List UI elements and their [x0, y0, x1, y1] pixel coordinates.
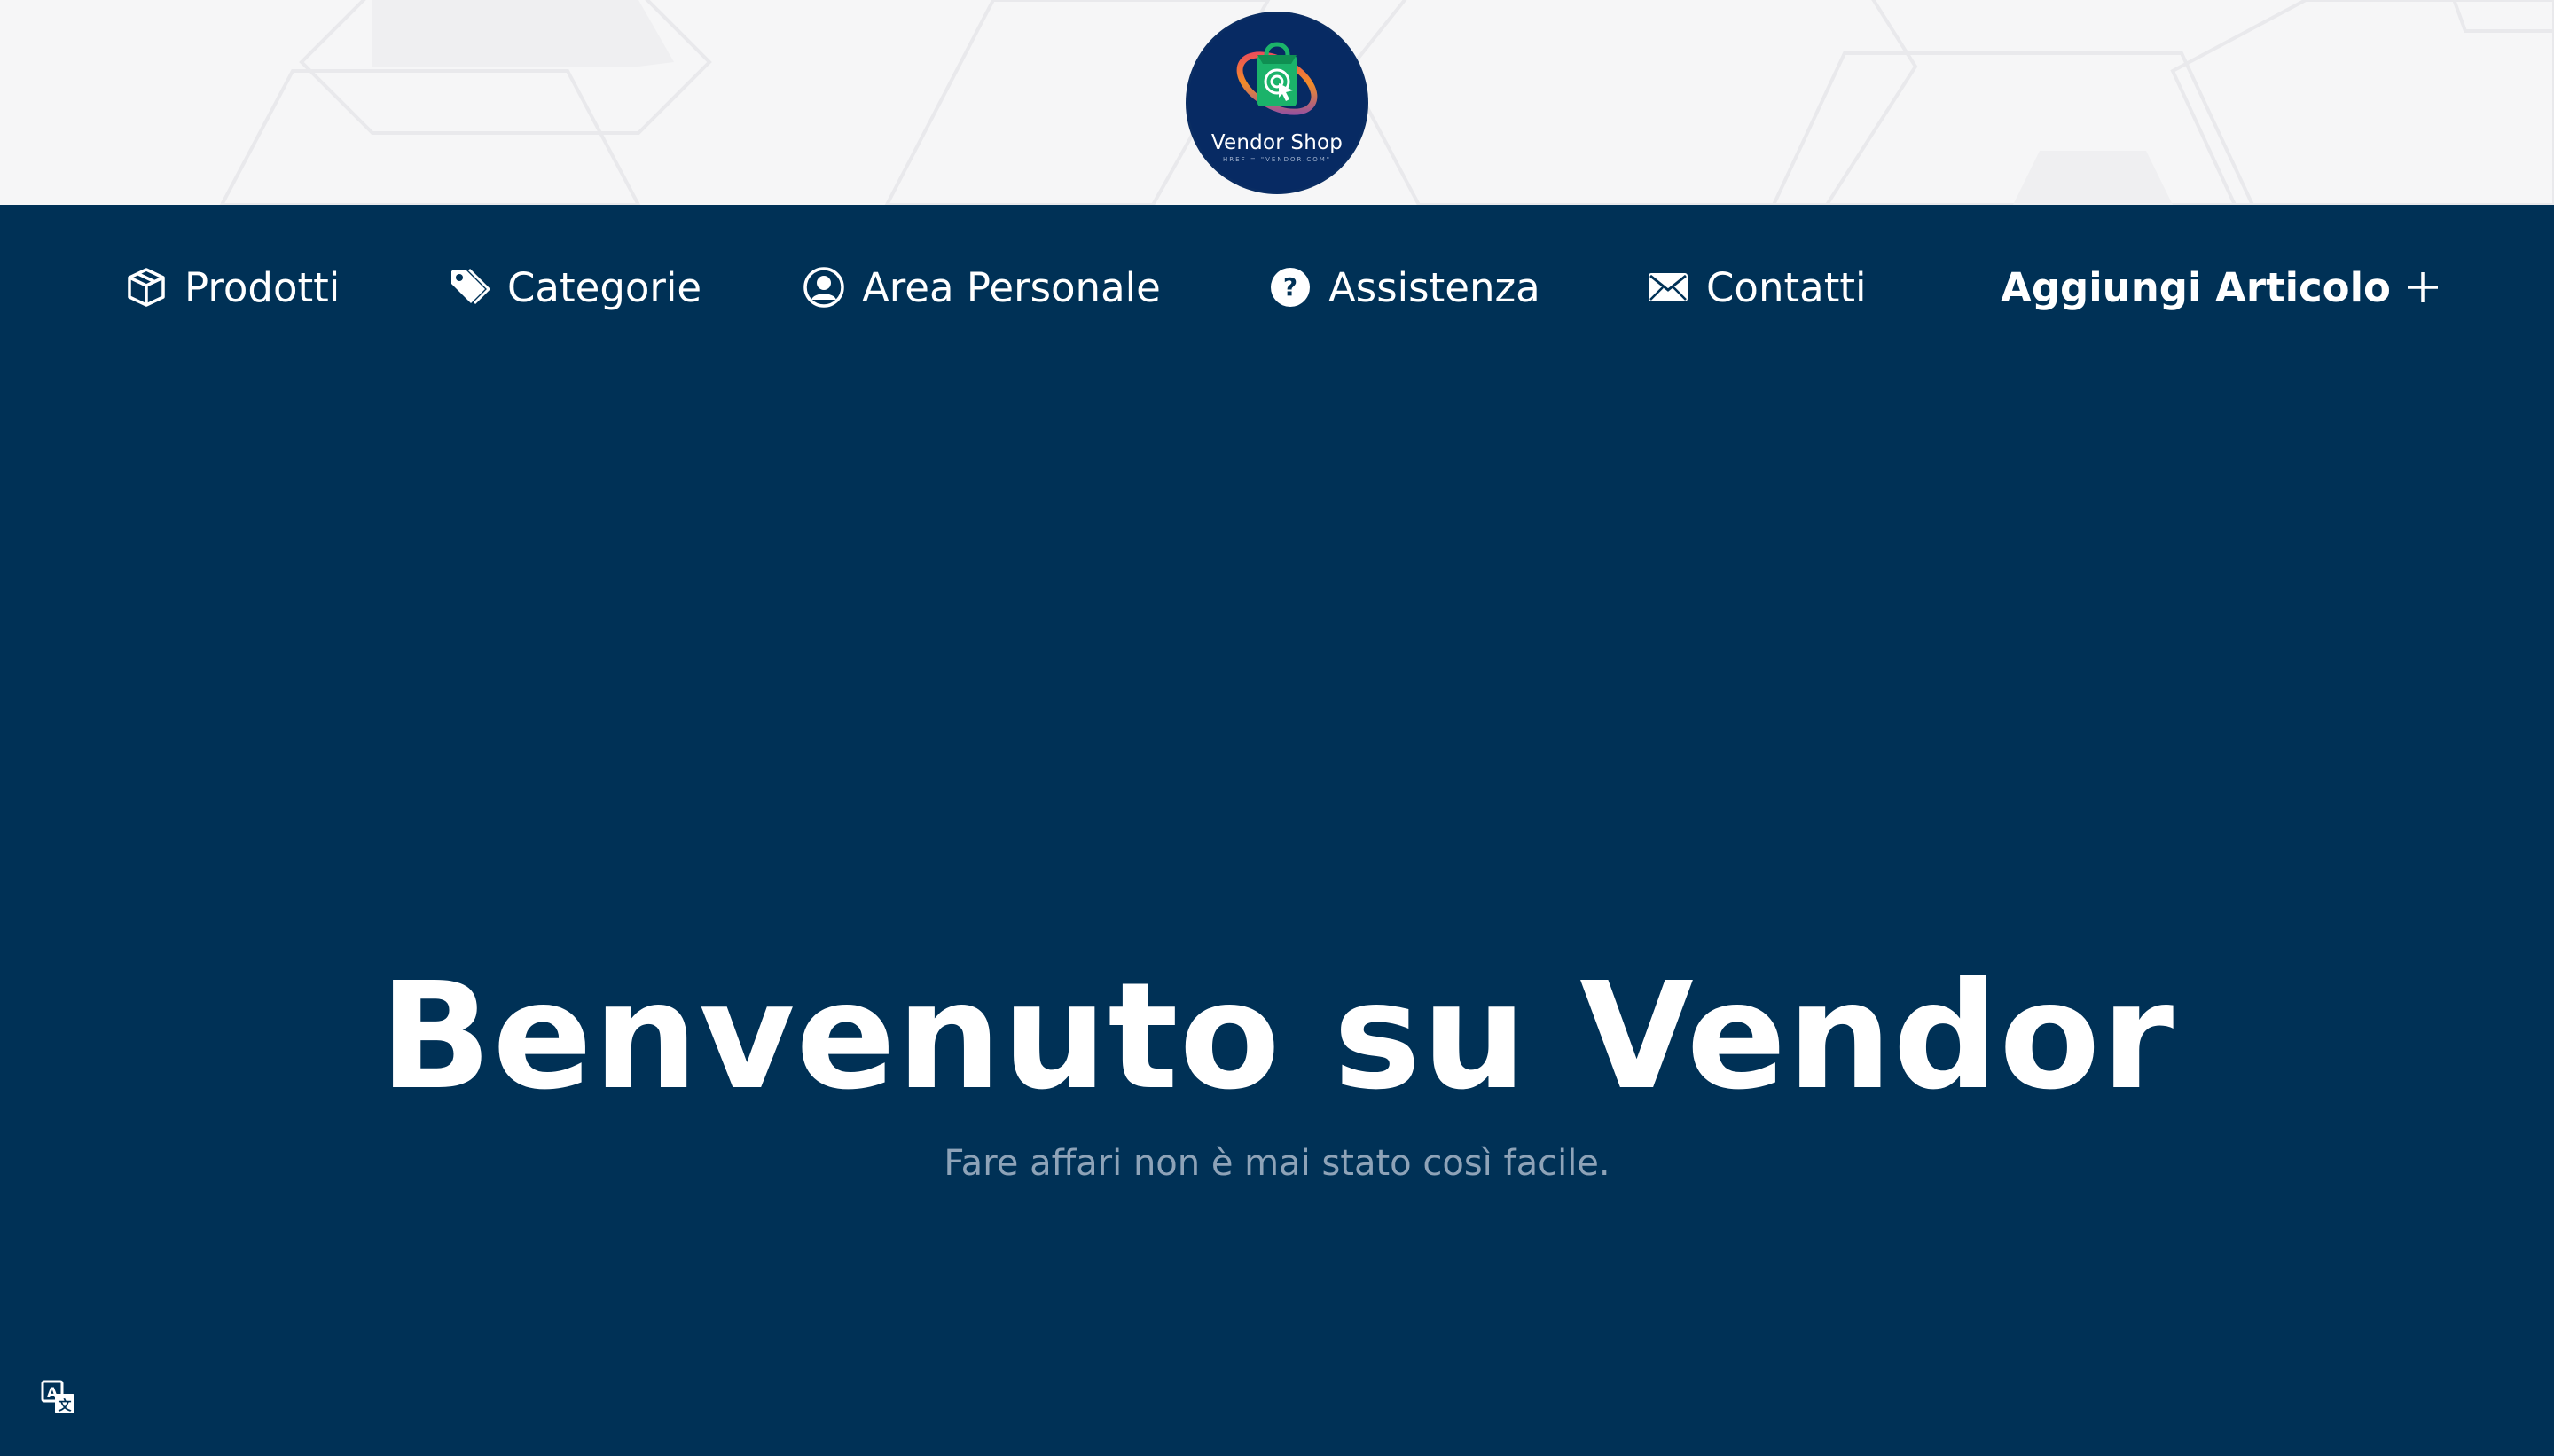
- svg-text:?: ?: [1283, 272, 1297, 301]
- nav-label-prodotti: Prodotti: [184, 263, 341, 311]
- question-circle-icon: ?: [1268, 265, 1312, 309]
- box-icon: [124, 265, 168, 309]
- nav-label-categorie: Categorie: [507, 263, 702, 311]
- translate-icon: A 文: [41, 1380, 74, 1413]
- nav-item-area-personale[interactable]: Area Personale: [802, 260, 1161, 315]
- nav-label-area-personale: Area Personale: [862, 263, 1161, 311]
- plus-icon: [2403, 268, 2442, 307]
- add-item-label: Aggiungi Articolo: [2001, 263, 2391, 311]
- nav-label-assistenza: Assistenza: [1328, 263, 1540, 311]
- nav-label-contatti: Contatti: [1706, 263, 1867, 311]
- nav-item-assistenza[interactable]: ? Assistenza: [1268, 260, 1540, 315]
- nav-item-contatti[interactable]: Contatti: [1646, 260, 1866, 315]
- hero-subtitle: Fare affari non è mai stato così facile.: [944, 1143, 1610, 1184]
- envelope-icon: [1646, 265, 1690, 309]
- nav-item-prodotti[interactable]: Prodotti: [124, 260, 340, 315]
- vendor-shop-logo[interactable]: Vendor Shop HREF = "VENDOR.COM": [1188, 14, 1366, 192]
- user-circle-icon: [802, 265, 846, 309]
- svg-text:文: 文: [58, 1397, 72, 1413]
- add-item-button[interactable]: Aggiungi Articolo: [2001, 260, 2442, 315]
- hero-title: Benvenuto su Vendor: [379, 951, 2175, 1123]
- shopping-bag-cursor-icon: [1236, 42, 1318, 115]
- tag-icon: [447, 265, 491, 309]
- header-band: Vendor Shop HREF = "VENDOR.COM": [0, 0, 2554, 205]
- translate-button[interactable]: A 文: [41, 1380, 76, 1415]
- main-navigation: Prodotti Categorie Area Personale ? Assi…: [0, 205, 2554, 370]
- logo-title: Vendor Shop: [1210, 131, 1344, 154]
- nav-item-categorie[interactable]: Categorie: [447, 260, 701, 315]
- logo-subtitle: HREF = "VENDOR.COM": [1223, 156, 1331, 163]
